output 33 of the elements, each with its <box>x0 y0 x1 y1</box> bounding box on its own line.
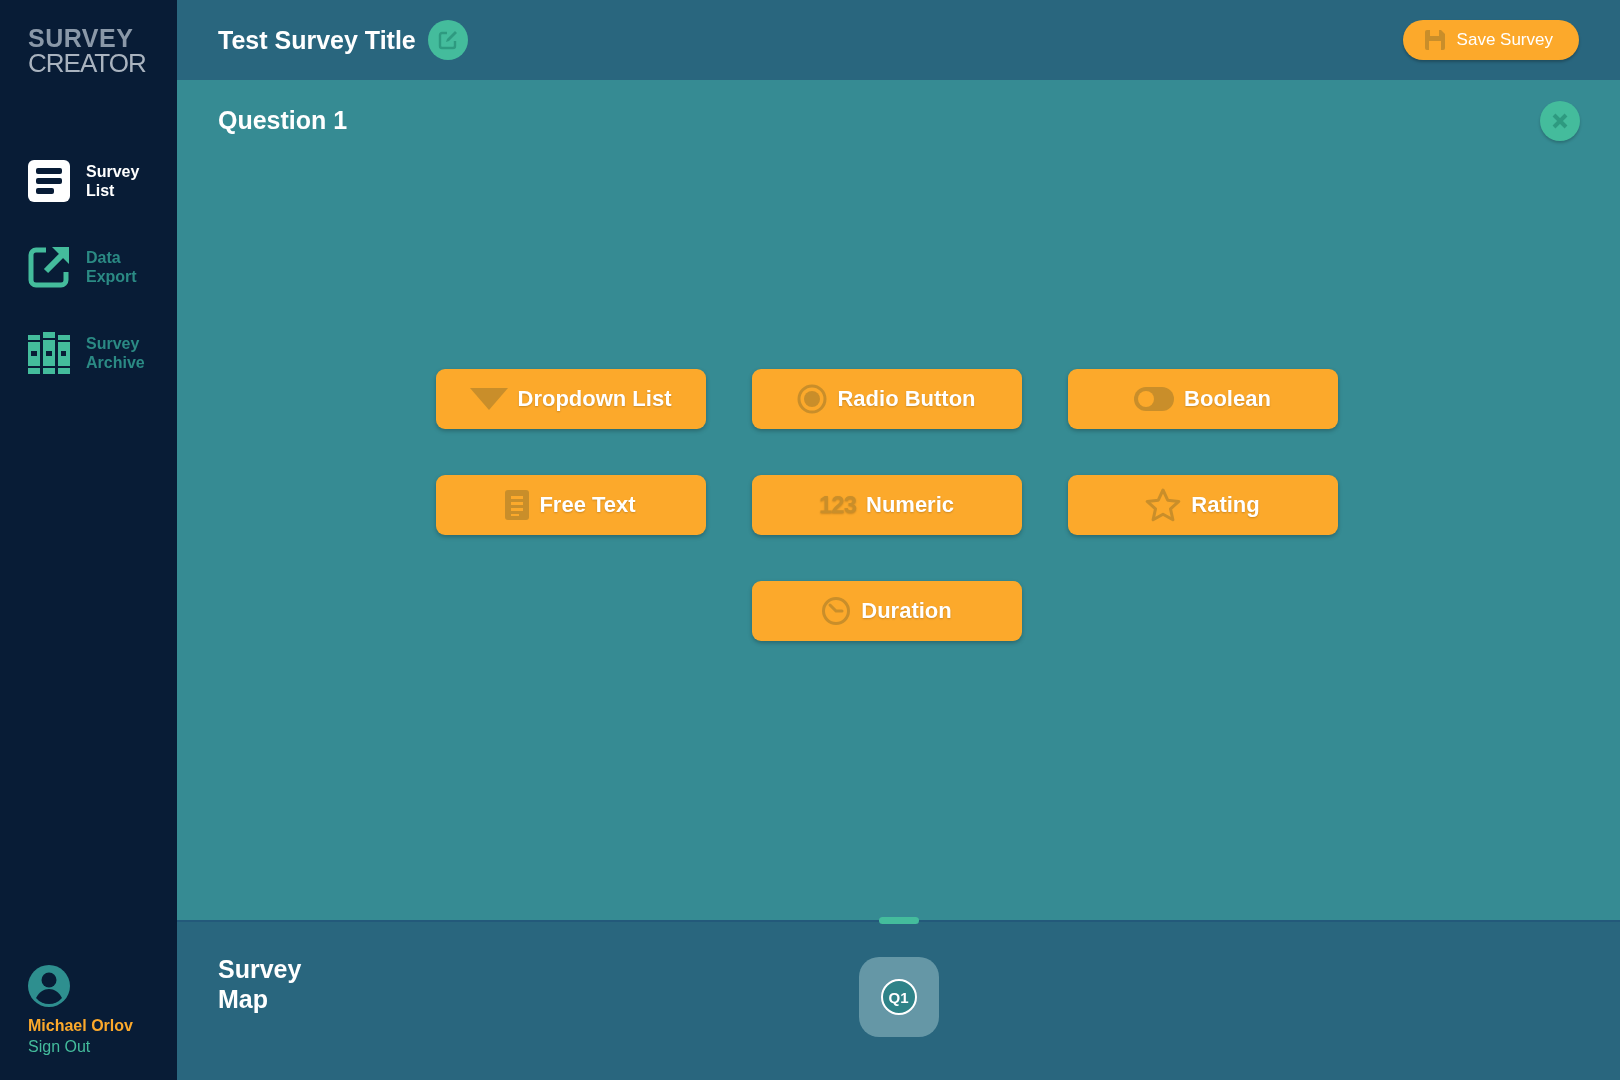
question-type-button[interactable]: Rating <box>1067 475 1338 535</box>
sidebar-item[interactable]: Survey Archive <box>28 332 177 374</box>
star-icon <box>1145 488 1182 522</box>
survey-map-title: Survey Map <box>218 954 303 1015</box>
question-title: Question 1 <box>218 106 348 135</box>
binders-icon <box>28 332 70 374</box>
save-survey-button[interactable]: Save Survey <box>1402 20 1579 60</box>
edit-icon <box>437 30 458 50</box>
user-avatar-icon <box>28 965 70 1007</box>
sidebar-item[interactable]: Survey List <box>28 160 177 202</box>
edit-title-button[interactable] <box>427 20 468 60</box>
brand-title: SURVEY <box>28 26 135 51</box>
toggle-icon <box>1134 387 1175 411</box>
question-type-button[interactable]: Free Text <box>435 475 706 535</box>
question-type-button[interactable]: Boolean <box>1067 369 1338 429</box>
user-name: Michael Orlov <box>28 1017 133 1035</box>
survey-title: Test Survey Title <box>218 25 416 55</box>
question-type-button[interactable]: Radio Button <box>751 369 1022 429</box>
external-link-icon <box>28 246 70 288</box>
brand-subtitle: CREATOR <box>28 51 147 76</box>
close-icon <box>1552 113 1568 129</box>
sign-out-link[interactable]: Sign Out <box>28 1038 91 1056</box>
question-type-button[interactable]: Dropdown List <box>435 369 706 429</box>
document-icon <box>28 160 70 202</box>
sidebar-item[interactable]: Data Export <box>28 246 177 288</box>
question-type-button[interactable]: Duration <box>751 581 1022 641</box>
drag-handle[interactable] <box>878 917 919 924</box>
triangle-icon <box>469 388 508 410</box>
clock-icon <box>821 596 852 626</box>
document-icon <box>505 490 530 520</box>
question-node[interactable]: Q1 <box>858 957 939 1037</box>
close-button[interactable] <box>1540 101 1580 141</box>
radio-icon <box>797 384 828 414</box>
